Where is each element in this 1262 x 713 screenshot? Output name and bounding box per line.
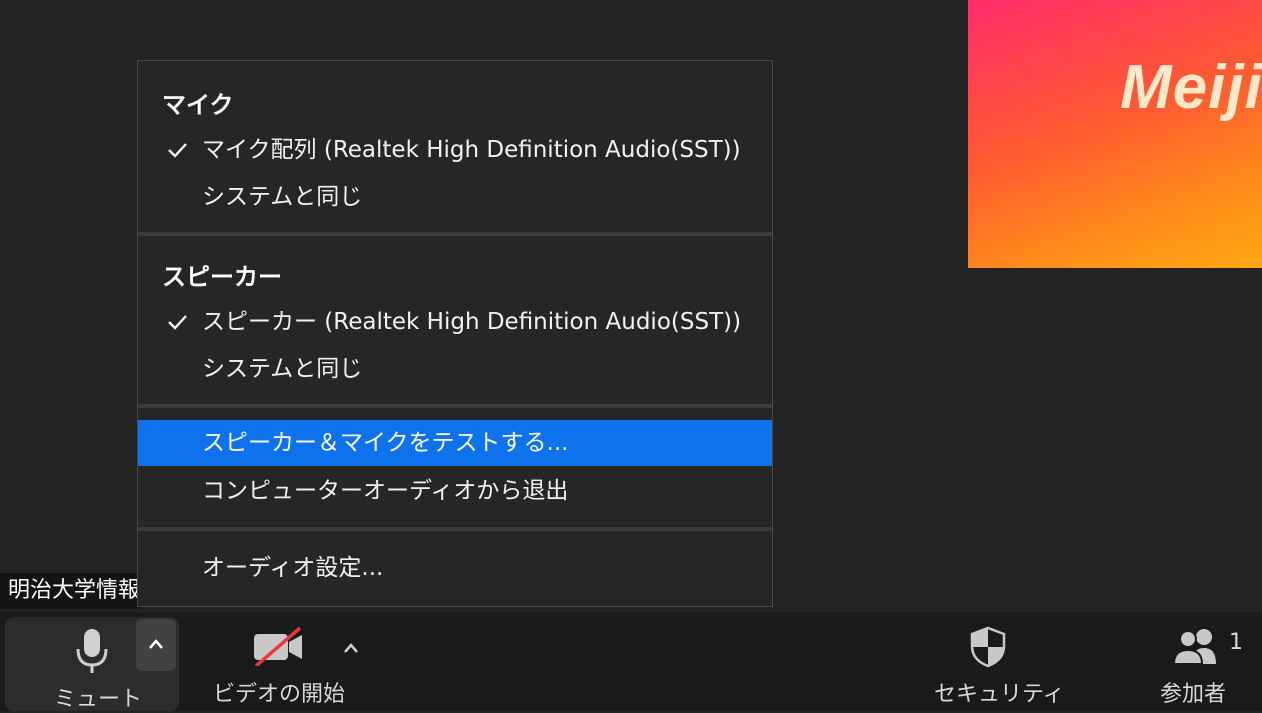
participants-count: 1 <box>1229 630 1243 655</box>
audio-options-menu: マイク マイク配列 (Realtek High Definition Audio… <box>137 60 773 607</box>
speaker-item-realtek[interactable]: スピーカー (Realtek High Definition Audio(SST… <box>138 299 772 345</box>
mic-item-system[interactable]: システムと同じ <box>138 174 772 220</box>
test-speaker-mic-item[interactable]: スピーカー＆マイクをテストする... <box>138 420 772 466</box>
mic-item-label: マイク配列 (Realtek High Definition Audio(SST… <box>202 137 741 163</box>
security-button[interactable]: セキュリティ <box>925 612 1065 711</box>
checkmark-icon <box>166 299 190 345</box>
video-options-caret-button[interactable] <box>338 636 364 660</box>
menu-separator <box>138 232 772 236</box>
video-camera-off-icon <box>254 626 302 666</box>
shield-icon <box>970 626 1006 668</box>
mic-item-array[interactable]: マイク配列 (Realtek High Definition Audio(SST… <box>138 127 772 173</box>
menu-separator <box>138 404 772 408</box>
speaker-section-title: スピーカー <box>162 263 282 291</box>
security-label: セキュリティ <box>934 682 1065 707</box>
speaker-item-label: システムと同じ <box>202 356 363 382</box>
chevron-up-icon <box>344 643 358 653</box>
menu-separator <box>138 527 772 531</box>
checkmark-icon <box>166 127 190 173</box>
mic-item-label: システムと同じ <box>202 184 363 210</box>
leave-computer-audio-item[interactable]: コンピューターオーディオから退出 <box>138 468 772 514</box>
microphone-icon <box>76 629 108 673</box>
mic-section-title: マイク <box>162 91 234 119</box>
test-speaker-mic-label: スピーカー＆マイクをテストする... <box>202 430 569 456</box>
participant-name-tag: 明治大学情報 <box>0 573 142 609</box>
mute-label: ミュート <box>54 687 143 712</box>
audio-options-caret-button[interactable] <box>136 619 176 671</box>
participants-button[interactable]: 参加者 <box>1150 612 1246 711</box>
participants-icon <box>1172 629 1216 665</box>
participants-label: 参加者 <box>1160 682 1227 707</box>
leave-computer-audio-label: コンピューターオーディオから退出 <box>202 478 569 504</box>
participant-video-tile[interactable]: Meiji <box>968 0 1262 268</box>
meeting-toolbar: ミュート ビデオの開始 セキュリティ 参加者 1 <box>0 612 1262 712</box>
chevron-up-icon <box>149 639 163 649</box>
audio-settings-item[interactable]: オーディオ設定... <box>138 545 772 591</box>
tile-logo-text: Meiji <box>1120 53 1262 122</box>
speaker-item-label: スピーカー (Realtek High Definition Audio(SST… <box>202 309 742 335</box>
audio-settings-label: オーディオ設定... <box>202 555 384 581</box>
start-video-label: ビデオの開始 <box>213 682 346 707</box>
speaker-item-system[interactable]: システムと同じ <box>138 346 772 392</box>
start-video-button[interactable]: ビデオの開始 <box>205 612 355 711</box>
